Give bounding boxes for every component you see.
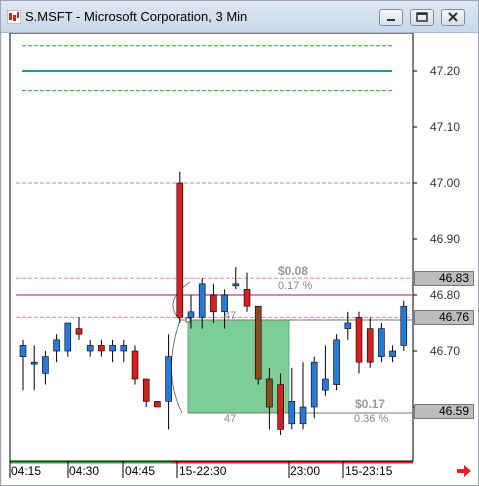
candle-body-24 — [277, 384, 284, 430]
price-label-3: 47.00 — [430, 176, 461, 190]
candle-body-32 — [366, 328, 374, 363]
candle-body-20 — [232, 283, 240, 287]
time-label-6: 15-23:15 — [345, 464, 393, 478]
candle-body-21 — [243, 289, 251, 307]
time-label-2: 04:30 — [69, 464, 100, 478]
price-chart[interactable] — [2, 33, 478, 485]
time-label-4: 15-22:30 — [179, 464, 227, 478]
maximize-button[interactable] — [410, 9, 434, 26]
time-label-3: 04:45 — [125, 464, 156, 478]
candle-body-29 — [333, 339, 340, 385]
candle-body-14 — [165, 356, 172, 402]
chart-area[interactable]: 47.20 47.10 47.00 46.90 46.80 46.70 46.8… — [2, 33, 478, 485]
upper-move-value: $0.08 — [278, 264, 309, 278]
candle-body-27 — [310, 361, 318, 408]
minimize-icon — [387, 19, 395, 21]
close-button[interactable] — [441, 9, 465, 26]
candle-body-23 — [266, 378, 273, 408]
price-tag-lower: 46.59 — [414, 404, 474, 419]
candle-body-22 — [254, 305, 262, 380]
candle-body-1 — [19, 345, 27, 357]
chart-app-icon — [7, 10, 21, 24]
candle-body-11 — [131, 350, 139, 380]
candle-body-7 — [86, 345, 94, 352]
lower-move-value: $0.17 — [355, 397, 386, 411]
price-label-2: 47.10 — [430, 120, 461, 134]
candle-body-28 — [322, 378, 329, 391]
price-label-6: 46.70 — [430, 344, 461, 358]
measure-handle — [185, 317, 191, 323]
candle-body-18 — [210, 294, 217, 313]
candle-body-4 — [53, 339, 60, 352]
time-label-5: 23:00 — [290, 464, 321, 478]
price-label-5: 46.80 — [430, 288, 461, 302]
lower-move-percent: 0.36 % — [354, 413, 389, 425]
candle-body-6 — [75, 328, 83, 335]
candle-body-9 — [109, 345, 116, 352]
time-label-1: 04:15 — [11, 464, 42, 478]
title-bar[interactable]: S.MSFT - Microsoft Corporation, 3 Min — [1, 1, 478, 33]
price-label-4: 46.90 — [430, 232, 461, 246]
candle-body-12 — [142, 378, 150, 402]
candle-body-34 — [389, 350, 396, 357]
upper-move-percent: 0.17 % — [278, 280, 313, 292]
price-tag-upper: 46.83 — [414, 271, 474, 286]
candle-body-26 — [299, 406, 307, 425]
candle-body-8 — [98, 345, 105, 352]
candle-body-15 — [176, 182, 184, 318]
candle-body-5 — [64, 322, 72, 352]
candle-body-10 — [120, 345, 128, 352]
box-bottom-label: 47 — [224, 413, 237, 425]
candle-body-25 — [288, 401, 296, 425]
candle-body-31 — [355, 317, 363, 363]
close-icon — [448, 12, 458, 22]
price-tag-current: 46.76 — [414, 310, 474, 325]
candle-body-13 — [154, 401, 161, 408]
candle-body-2 — [30, 361, 38, 365]
candle-body-35 — [400, 305, 408, 346]
candle-body-33 — [378, 328, 385, 357]
window-title: S.MSFT - Microsoft Corporation, 3 Min — [25, 9, 248, 24]
scroll-right-arrow-icon[interactable] — [456, 464, 472, 478]
candle-body-16 — [187, 311, 195, 318]
candle-body-3 — [42, 356, 49, 374]
minimize-button[interactable] — [379, 9, 403, 26]
candle-body-30 — [344, 322, 352, 329]
price-label-1: 47.20 — [430, 64, 461, 78]
measure-box — [187, 319, 290, 414]
candle-body-17 — [198, 283, 206, 318]
restore-icon — [416, 12, 428, 22]
chart-window: S.MSFT - Microsoft Corporation, 3 Min 47… — [0, 0, 479, 486]
box-top-label: 47 — [224, 310, 237, 322]
